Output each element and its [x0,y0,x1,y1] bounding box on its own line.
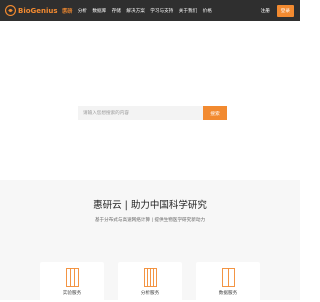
main-nav: 实验 分析 数据库 存储 解决方案 学习与支持 关于我们 价格 [63,0,217,21]
service-card-analysis[interactable]: 分析服务 [118,262,182,302]
search-button[interactable]: 搜索 [203,106,227,120]
service-card-label: 分析服务 [140,291,160,296]
service-card-label: 数据服务 [218,291,238,296]
service-card-experiment[interactable]: 实验服务 [40,262,104,302]
service-card-data[interactable]: 数据服务 [196,262,260,302]
signup-link[interactable]: 注册 [261,8,270,14]
nav-item-solutions[interactable]: 解决方案 [126,8,144,14]
search-input[interactable] [78,106,203,120]
nav-item-pricing[interactable]: 价格 [203,8,212,14]
auth-links: 注册 登录 [261,0,294,21]
nav-item-analysis[interactable]: 分析 [78,8,87,14]
top-navigation-bar: BioGenius 惠研 实验 分析 数据库 存储 解决方案 学习与支持 关于我… [0,0,300,21]
nav-item-database[interactable]: 数据库 [92,8,106,14]
service-card-label: 实验服务 [62,291,82,296]
search-bar: 搜索 [78,106,227,120]
hero-banner [0,21,300,180]
search-button-label: 搜索 [210,111,220,117]
nav-item-about[interactable]: 关于我们 [179,8,197,14]
brand-name: BioGenius [18,6,58,15]
nav-item-storage[interactable]: 存储 [112,8,121,14]
biogenius-logo-icon [5,5,16,16]
section-headline: 惠研云 | 助力中国科学研究 [93,200,207,211]
login-button[interactable]: 登录 [276,4,294,17]
intro-section: 惠研云 | 助力中国科学研究 基于分布式与高速网络计算 | 提供生物医学研究新动… [0,180,300,302]
data-icon [222,268,235,287]
nav-item-experiment[interactable]: 实验 [63,8,72,14]
nav-item-learning-support[interactable]: 学习与支持 [150,8,173,14]
experiment-icon [66,268,79,287]
analysis-icon [144,268,157,287]
section-tagline: 基于分布式与高速网络计算 | 提供生物医学研究新动力 [94,218,206,223]
